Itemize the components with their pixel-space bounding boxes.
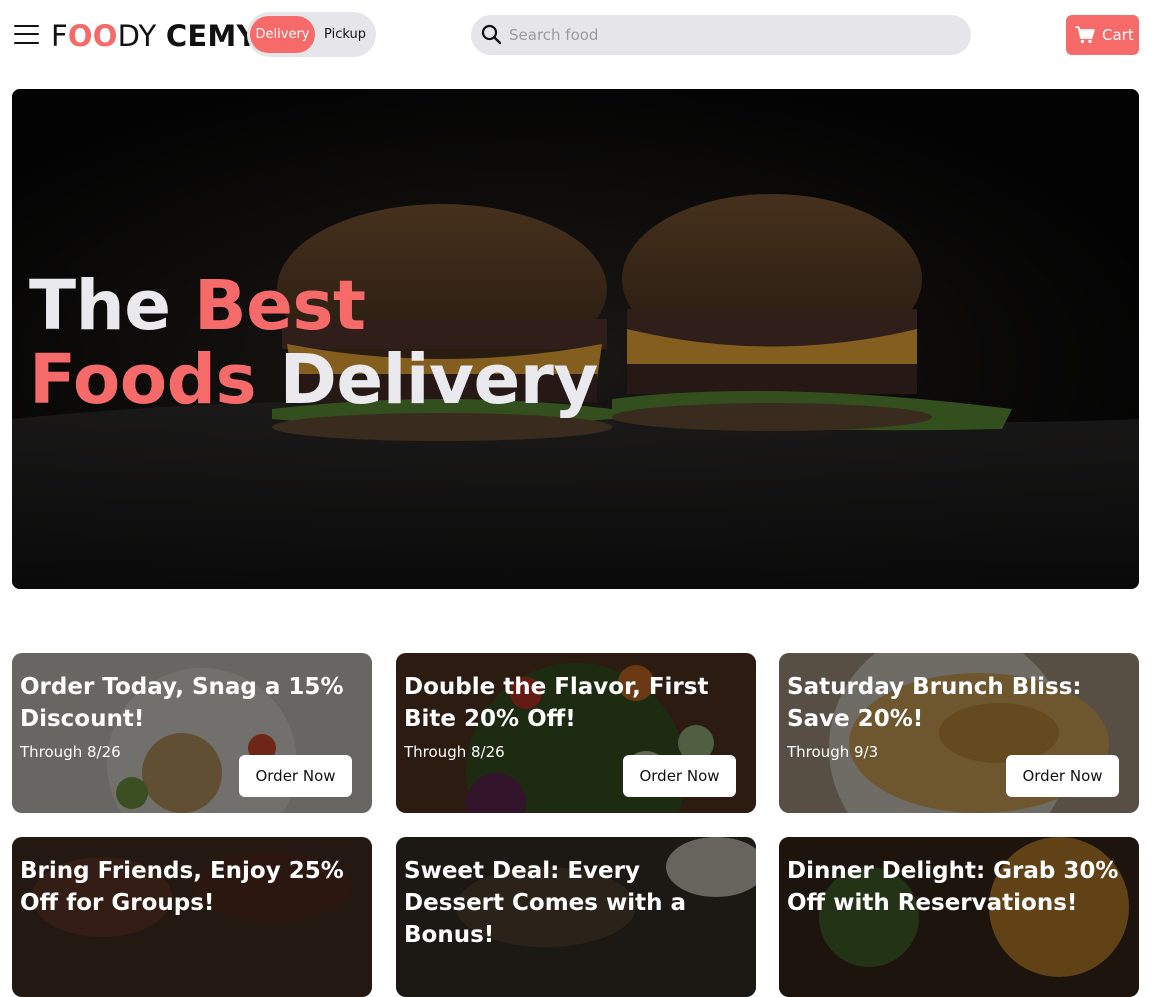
order-now-button[interactable]: Order Now xyxy=(239,755,352,797)
cart-label: Cart xyxy=(1102,26,1134,44)
deal-card: Dinner Delight: Grab 30% Off with Reserv… xyxy=(779,837,1139,997)
deal-title: Order Today, Snag a 15% Discount! xyxy=(20,674,344,732)
search-input[interactable] xyxy=(509,15,959,55)
search-bar xyxy=(471,15,971,55)
order-now-button[interactable]: Order Now xyxy=(1006,755,1119,797)
deal-title: Double the Flavor, First Bite 20% Off! xyxy=(404,674,709,732)
logo-word-cemy: CEMY xyxy=(165,19,258,53)
brand-logo[interactable]: FOODY CEMY xyxy=(51,18,258,54)
cart-icon xyxy=(1075,26,1095,44)
hamburger-menu-icon[interactable] xyxy=(14,24,40,46)
hero-word-foods: Foods xyxy=(29,340,257,420)
deal-title: Dinner Delight: Grab 30% Off with Reserv… xyxy=(787,858,1119,916)
delivery-pickup-toggle: Delivery Pickup xyxy=(247,12,376,57)
cart-button[interactable]: Cart xyxy=(1066,15,1139,55)
deal-card: Bring Friends, Enjoy 25% Off for Groups! xyxy=(12,837,372,997)
deal-card: Order Today, Snag a 15% Discount! Throug… xyxy=(12,653,372,813)
pickup-option[interactable]: Pickup xyxy=(317,16,373,53)
hero-banner: The Best Foods Delivery xyxy=(12,89,1139,589)
deal-expiry: Through 8/26 xyxy=(404,743,505,761)
deal-title: Saturday Brunch Bliss: Save 20%! xyxy=(787,674,1082,732)
logo-letters-dy: DY xyxy=(117,19,157,53)
order-now-button[interactable]: Order Now xyxy=(623,755,736,797)
deal-title: Bring Friends, Enjoy 25% Off for Groups! xyxy=(20,858,344,916)
hero-heading: The Best Foods Delivery xyxy=(29,269,598,417)
hero-word-delivery: Delivery xyxy=(279,340,599,420)
hero-word-the: The xyxy=(29,266,171,346)
deal-expiry: Through 9/3 xyxy=(787,743,879,761)
deal-card: Sweet Deal: Every Dessert Comes with a B… xyxy=(396,837,756,997)
hero-word-best: Best xyxy=(194,266,366,346)
deal-title: Sweet Deal: Every Dessert Comes with a B… xyxy=(404,858,686,948)
deal-expiry: Through 8/26 xyxy=(20,743,121,761)
delivery-option[interactable]: Delivery xyxy=(250,16,315,53)
top-navbar: FOODY CEMY Delivery Pickup Cart xyxy=(0,0,1153,72)
logo-letters-oo: OO xyxy=(67,19,118,53)
deal-card: Double the Flavor, First Bite 20% Off! T… xyxy=(396,653,756,813)
search-icon xyxy=(481,24,502,45)
deal-card: Saturday Brunch Bliss: Save 20%! Through… xyxy=(779,653,1139,813)
logo-letter-f: F xyxy=(51,19,68,53)
